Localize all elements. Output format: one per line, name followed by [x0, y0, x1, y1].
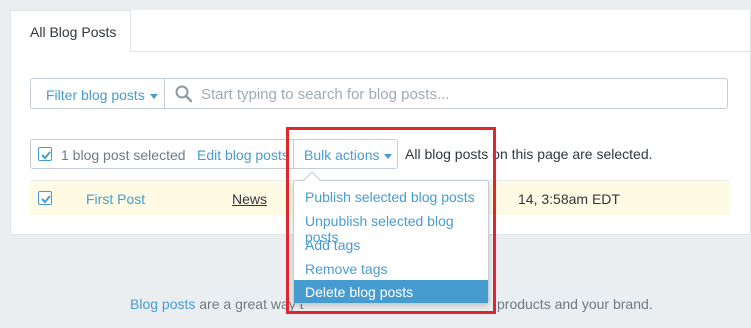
post-tag-link[interactable]: News	[232, 191, 267, 207]
selection-count[interactable]: 1 blog post selected	[30, 139, 188, 169]
post-title-link[interactable]: First Post	[86, 191, 145, 207]
blog-posts-link[interactable]: Blog posts	[130, 296, 195, 312]
row-checkbox[interactable]	[38, 191, 52, 205]
caret-down-icon	[149, 93, 158, 99]
tab-divider	[131, 51, 751, 52]
edit-label: Edit blog posts	[197, 147, 289, 163]
selection-count-label: 1 blog post selected	[61, 147, 186, 163]
annotation-highlight-box	[286, 127, 496, 314]
footer-text: Blog posts are a great way t	[130, 296, 304, 312]
post-date: 14, 3:58am EDT	[518, 191, 620, 207]
select-all-checkbox[interactable]	[38, 147, 52, 161]
checkmark-icon	[41, 151, 51, 160]
filter-label: Filter blog posts	[46, 87, 145, 103]
footer-text-end: products and your brand.	[497, 296, 653, 312]
filter-blog-posts-button[interactable]: Filter blog posts	[30, 78, 165, 109]
edit-blog-posts-button[interactable]: Edit blog posts	[187, 139, 294, 169]
search-icon	[175, 85, 193, 106]
checkmark-icon	[41, 195, 51, 204]
tab-label: All Blog Posts	[30, 24, 117, 40]
search-box[interactable]	[164, 78, 728, 109]
tab-all-blog-posts[interactable]: All Blog Posts	[10, 10, 131, 52]
search-input[interactable]	[201, 83, 721, 105]
